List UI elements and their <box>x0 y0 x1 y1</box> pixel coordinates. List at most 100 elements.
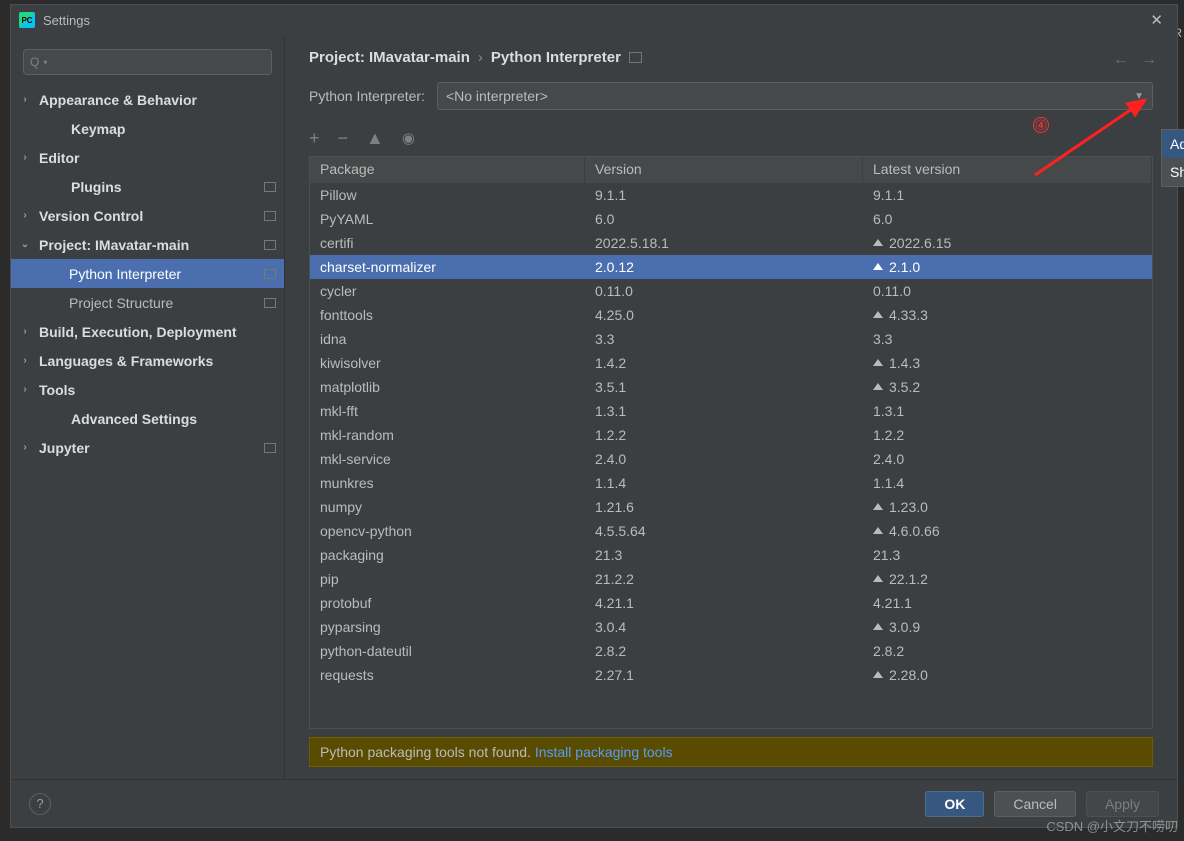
ok-button[interactable]: OK <box>925 791 984 817</box>
cell-package: Pillow <box>310 185 585 205</box>
cell-package: charset-normalizer <box>310 257 585 277</box>
settings-sidebar: Q▾ ›Appearance & BehaviorKeymap›EditorPl… <box>11 35 285 779</box>
annotation-marker-4: ④ <box>1033 117 1049 133</box>
table-row[interactable]: charset-normalizer2.0.122.1.0 <box>310 255 1152 279</box>
interpreter-select[interactable]: <No interpreter> ▼ <box>437 82 1153 110</box>
project-level-icon <box>264 269 276 279</box>
table-row[interactable]: protobuf4.21.14.21.1 <box>310 591 1152 615</box>
cell-version: 6.0 <box>585 209 863 229</box>
tree-item-label: Editor <box>39 150 79 166</box>
app-icon: PC <box>19 12 35 28</box>
search-input[interactable]: Q▾ <box>23 49 272 75</box>
tree-item[interactable]: Plugins <box>11 172 284 201</box>
tree-item[interactable]: ⌄Project: IMavatar-main <box>11 230 284 259</box>
show-all-menuitem[interactable]: Show <box>1162 158 1184 186</box>
cell-version: 1.3.1 <box>585 401 863 421</box>
cell-version: 3.5.1 <box>585 377 863 397</box>
main-area: Q▾ ›Appearance & BehaviorKeymap›EditorPl… <box>11 35 1177 779</box>
table-row[interactable]: matplotlib3.5.13.5.2 <box>310 375 1152 399</box>
install-packaging-tools-link[interactable]: Install packaging tools <box>535 744 673 760</box>
table-row[interactable]: requests2.27.12.28.0 <box>310 663 1152 687</box>
tree-item[interactable]: › Version Control <box>11 201 284 230</box>
table-row[interactable]: pyparsing3.0.43.0.9 <box>310 615 1152 639</box>
table-row[interactable]: Pillow9.1.19.1.1 <box>310 183 1152 207</box>
tree-item[interactable]: ›Editor <box>11 143 284 172</box>
cell-latest: 1.23.0 <box>863 497 1152 517</box>
table-row[interactable]: mkl-service2.4.02.4.0 <box>310 447 1152 471</box>
table-row[interactable]: numpy1.21.61.23.0 <box>310 495 1152 519</box>
expand-icon: › <box>19 210 31 221</box>
nav-arrows: ← → <box>1113 51 1157 69</box>
cell-latest: 3.5.2 <box>863 377 1152 397</box>
header-version[interactable]: Version <box>585 157 863 183</box>
tree-item[interactable]: ›Jupyter <box>11 433 284 462</box>
search-caret-icon: ▾ <box>43 58 47 67</box>
tree-item[interactable]: Keymap <box>11 114 284 143</box>
table-row[interactable]: PyYAML6.06.0 <box>310 207 1152 231</box>
table-row[interactable]: munkres1.1.41.1.4 <box>310 471 1152 495</box>
cell-latest: 1.4.3 <box>863 353 1152 373</box>
tree-item[interactable]: ›Appearance & Behavior <box>11 85 284 114</box>
tree-item-label: Appearance & Behavior <box>39 92 197 108</box>
upgrade-available-icon <box>873 311 883 318</box>
cell-version: 1.21.6 <box>585 497 863 517</box>
table-row[interactable]: mkl-fft1.3.11.3.1 <box>310 399 1152 423</box>
table-row[interactable]: pip21.2.222.1.2 <box>310 567 1152 591</box>
interpreter-value: <No interpreter> <box>446 88 548 104</box>
show-early-release-icon[interactable]: ◉ <box>402 131 415 146</box>
tree-item-label: Version Control <box>39 208 143 224</box>
cancel-button[interactable]: Cancel <box>994 791 1076 817</box>
table-header: Package Version Latest version <box>310 157 1152 183</box>
cell-package: kiwisolver <box>310 353 585 373</box>
table-row[interactable]: mkl-random1.2.21.2.2 <box>310 423 1152 447</box>
tree-item[interactable]: Project Structure <box>11 288 284 317</box>
forward-icon[interactable]: → <box>1141 51 1157 69</box>
remove-package-icon[interactable]: − <box>338 129 349 147</box>
tree-item-label: Advanced Settings <box>71 411 197 427</box>
table-body[interactable]: Pillow9.1.19.1.1PyYAML6.06.0certifi2022.… <box>310 183 1152 728</box>
add-package-icon[interactable]: + <box>309 129 320 147</box>
table-row[interactable]: fonttools4.25.04.33.3 <box>310 303 1152 327</box>
cell-package: mkl-fft <box>310 401 585 421</box>
breadcrumb: Project: IMavatar-main › Python Interpre… <box>285 49 1177 80</box>
close-icon[interactable]: ✕ <box>1144 11 1169 29</box>
cell-latest: 2.8.2 <box>863 641 1152 661</box>
packages-table: Package Version Latest version Pillow9.1… <box>309 156 1153 729</box>
cell-latest: 0.11.0 <box>863 281 1152 301</box>
cell-latest: 1.1.4 <box>863 473 1152 493</box>
cell-version: 1.4.2 <box>585 353 863 373</box>
dialog-footer: ? OK Cancel Apply <box>11 779 1177 827</box>
cell-package: packaging <box>310 545 585 565</box>
add-interpreter-menuitem[interactable]: Add... <box>1162 130 1184 158</box>
help-icon[interactable]: ? <box>29 793 51 815</box>
tree-item[interactable]: ›Tools <box>11 375 284 404</box>
back-icon[interactable]: ← <box>1113 51 1129 69</box>
packaging-tools-banner: Python packaging tools not found. Instal… <box>309 737 1153 767</box>
table-row[interactable]: packaging21.321.3 <box>310 543 1152 567</box>
cell-package: numpy <box>310 497 585 517</box>
settings-tree[interactable]: ›Appearance & BehaviorKeymap›EditorPlugi… <box>11 85 284 779</box>
cell-version: 2022.5.18.1 <box>585 233 863 253</box>
table-row[interactable]: python-dateutil2.8.22.8.2 <box>310 639 1152 663</box>
tree-item[interactable]: ›Build, Execution, Deployment <box>11 317 284 346</box>
cell-package: mkl-service <box>310 449 585 469</box>
tree-item[interactable]: Python Interpreter <box>11 259 284 288</box>
upgrade-package-icon[interactable]: ▲ <box>366 129 384 147</box>
window-title: Settings <box>43 13 1144 28</box>
header-package[interactable]: Package <box>310 157 585 183</box>
table-row[interactable]: idna3.33.3 <box>310 327 1152 351</box>
upgrade-available-icon <box>873 383 883 390</box>
table-row[interactable]: cycler0.11.00.11.0 <box>310 279 1152 303</box>
apply-button[interactable]: Apply <box>1086 791 1159 817</box>
tree-item[interactable]: ›Languages & Frameworks <box>11 346 284 375</box>
cell-package: cycler <box>310 281 585 301</box>
table-row[interactable]: opencv-python4.5.5.644.6.0.66 <box>310 519 1152 543</box>
tree-item[interactable]: Advanced Settings <box>11 404 284 433</box>
client-area: Q▾ ›Appearance & BehaviorKeymap›EditorPl… <box>11 35 1177 827</box>
cell-version: 2.0.12 <box>585 257 863 277</box>
table-row[interactable]: certifi2022.5.18.12022.6.15 <box>310 231 1152 255</box>
header-latest[interactable]: Latest version <box>863 157 1152 183</box>
cell-version: 1.2.2 <box>585 425 863 445</box>
table-row[interactable]: kiwisolver1.4.21.4.3 <box>310 351 1152 375</box>
cell-package: pyparsing <box>310 617 585 637</box>
